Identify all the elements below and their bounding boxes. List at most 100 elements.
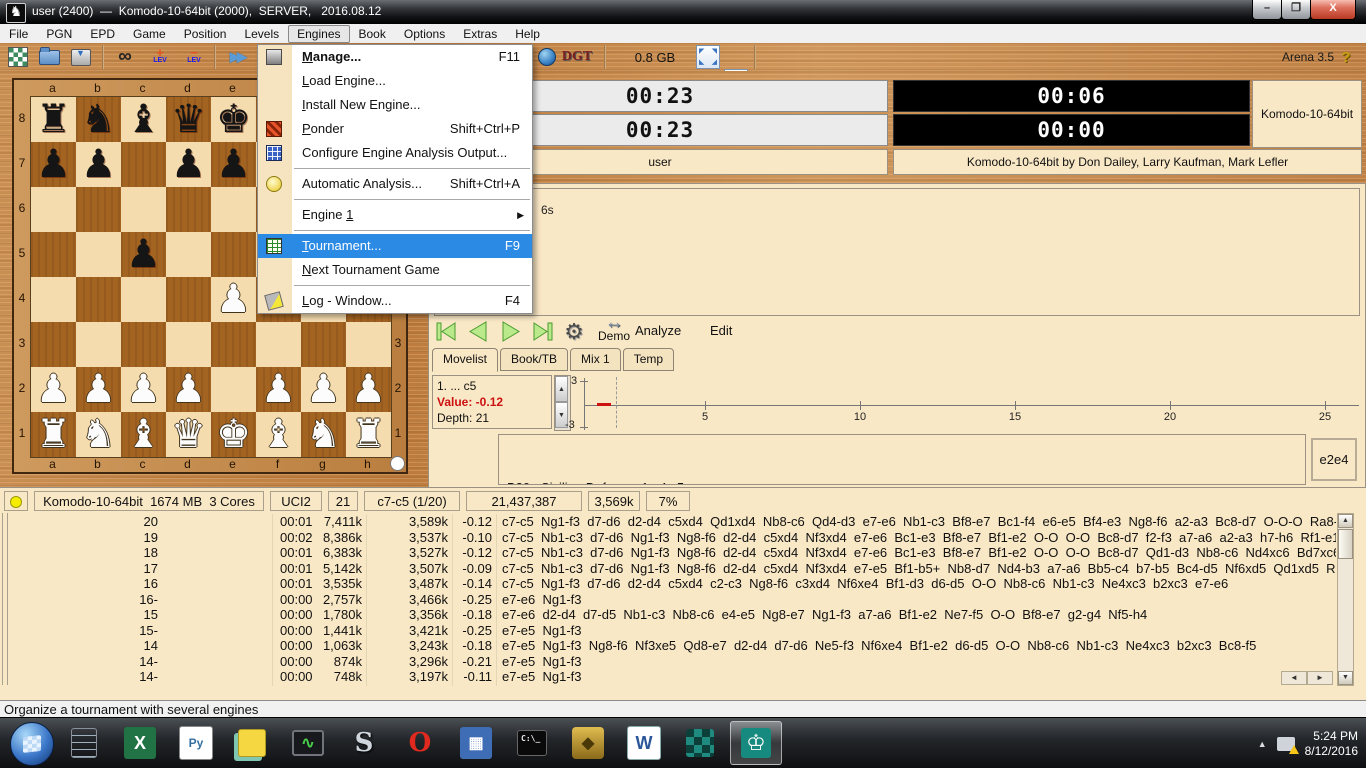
next-move-button[interactable] [497, 318, 524, 345]
help-icon[interactable]: ? [1338, 45, 1354, 69]
scroll-left-button[interactable]: ◄ [1281, 671, 1307, 685]
minimize-button[interactable]: – [1252, 0, 1282, 20]
square-e3[interactable] [211, 322, 256, 367]
white-n-piece[interactable]: ♞ [301, 412, 346, 457]
menubar-item-options[interactable]: Options [395, 25, 454, 43]
opera-taskbar-button[interactable]: O [394, 721, 446, 765]
tab-book-tb[interactable]: Book/TB [500, 348, 568, 371]
square-a3[interactable] [31, 322, 76, 367]
resource-monitor-taskbar-button[interactable]: ∿ [282, 721, 334, 765]
tab-movelist[interactable]: Movelist [432, 348, 498, 372]
black-k-piece[interactable]: ♚ [211, 97, 256, 142]
arena-taskbar-button[interactable]: ♔ [730, 721, 782, 765]
analyze-button[interactable]: Analyze [635, 323, 681, 338]
menu-item-manage[interactable]: Manage...F11 [258, 45, 532, 69]
first-move-button[interactable] [433, 318, 460, 345]
close-button[interactable]: X [1310, 0, 1356, 20]
notepad-taskbar-button[interactable] [58, 721, 110, 765]
analysis-vertical-scrollbar[interactable]: ▲ ▼ [1337, 513, 1354, 686]
menu-item-tournament[interactable]: Tournament...F9 [258, 234, 532, 258]
word-taskbar-button[interactable]: W [618, 721, 670, 765]
scroll-down-button[interactable]: ▼ [1338, 671, 1353, 685]
menubar-item-pgn[interactable]: PGN [37, 25, 81, 43]
globe-icon[interactable] [536, 45, 558, 69]
square-a5[interactable] [31, 232, 76, 277]
start-button[interactable] [10, 722, 54, 766]
black-p-piece[interactable]: ♟ [166, 142, 211, 187]
level-minus-button[interactable]: − LEV [180, 45, 208, 69]
tab-temp[interactable]: Temp [623, 348, 674, 371]
menu-item-automatic-analysis[interactable]: Automatic Analysis...Shift+Ctrl+A [258, 172, 532, 196]
analysis-row[interactable]: 1900:028,386k3,537k-0.10c7-c5 Nb1-c3 d7-… [10, 530, 1336, 546]
menu-item-log-window[interactable]: Log - Window...F4 [258, 289, 532, 313]
restore-button[interactable]: ❐ [1281, 0, 1311, 20]
analysis-row[interactable]: 14-00:00874k3,296k-0.21e7-e5 Ng1-f3 [10, 654, 1336, 670]
square-c7[interactable] [121, 142, 166, 187]
menubar-item-engines[interactable]: Engines [288, 25, 349, 43]
black-p-piece[interactable]: ♟ [31, 142, 76, 187]
black-q-piece[interactable]: ♛ [166, 97, 211, 142]
dgt-board-button[interactable]: DGT [560, 45, 594, 69]
menu-item-ponder[interactable]: PonderShift+Ctrl+P [258, 117, 532, 141]
network-warning-icon[interactable] [1277, 737, 1295, 751]
new-game-button[interactable] [6, 45, 30, 69]
square-c3[interactable] [121, 322, 166, 367]
white-r-piece[interactable]: ♜ [346, 412, 391, 457]
menubar-item-epd[interactable]: EPD [81, 25, 124, 43]
menu-item-next-tournament-game[interactable]: Next Tournament Game [258, 258, 532, 282]
black-b-piece[interactable]: ♝ [121, 97, 166, 142]
white-p-piece[interactable]: ♟ [301, 367, 346, 412]
menubar-item-help[interactable]: Help [506, 25, 549, 43]
analysis-row[interactable]: 14-00:00748k3,197k-0.11e7-e5 Ng1-f3 [10, 669, 1336, 685]
square-e6[interactable] [211, 187, 256, 232]
open-button[interactable] [36, 45, 62, 69]
command-prompt-taskbar-button[interactable]: C:\_ [506, 721, 558, 765]
chevron-up-icon[interactable]: ▲ [1258, 739, 1267, 749]
save-button[interactable] [68, 45, 94, 69]
python-taskbar-button[interactable]: Py [170, 721, 222, 765]
black-p-piece[interactable]: ♟ [121, 232, 166, 277]
previous-move-button[interactable] [465, 318, 492, 345]
square-e5[interactable] [211, 232, 256, 277]
black-p-piece[interactable]: ♟ [76, 142, 121, 187]
menubar-item-extras[interactable]: Extras [454, 25, 506, 43]
square-d6[interactable] [166, 187, 211, 232]
gear-icon[interactable]: ⚙ [561, 318, 587, 345]
scroll-up-button[interactable]: ▲ [1338, 514, 1353, 528]
square-d5[interactable] [166, 232, 211, 277]
white-p-piece[interactable]: ♟ [76, 367, 121, 412]
tab-mix-1[interactable]: Mix 1 [570, 348, 621, 371]
square-d3[interactable] [166, 322, 211, 367]
scroll-up-button[interactable]: ▲ [555, 376, 568, 402]
square-d4[interactable] [166, 277, 211, 322]
square-h3[interactable] [346, 322, 391, 367]
analysis-row[interactable]: 1400:001,063k3,243k-0.18e7-e5 Ng1-f3 Ng8… [10, 638, 1336, 654]
title-bar[interactable]: ♞ user (2400) — Komodo-10-64bit (2000), … [0, 0, 1366, 24]
square-f3[interactable] [256, 322, 301, 367]
analysis-row[interactable]: 1700:015,142k3,507k-0.09c7-c5 Nb1-c3 d7-… [10, 561, 1336, 577]
autoplay-icon[interactable]: ▶▶ [222, 45, 252, 69]
analysis-row[interactable]: 14+00:00673k3,081k-0.04e7-e5 Ng1-f3 Ng8-… [10, 685, 1336, 687]
menu-item-install-new-engine[interactable]: Install New Engine... [258, 93, 532, 117]
black-r-piece[interactable]: ♜ [31, 97, 76, 142]
square-b5[interactable] [76, 232, 121, 277]
menubar-item-levels[interactable]: Levels [235, 25, 288, 43]
black-p-piece[interactable]: ♟ [211, 142, 256, 187]
white-b-piece[interactable]: ♝ [256, 412, 301, 457]
evaluation-graph[interactable]: 3 -3 510152025 [571, 375, 1361, 431]
analysis-row[interactable]: 1800:016,383k3,527k-0.12c7-c5 Nb1-c3 d7-… [10, 545, 1336, 561]
menubar-item-position[interactable]: Position [175, 25, 236, 43]
menu-item-configure-engine-analysis-output[interactable]: Configure Engine Analysis Output... [258, 141, 532, 165]
square-c6[interactable] [121, 187, 166, 232]
scite-taskbar-button[interactable]: S [338, 721, 390, 765]
square-a4[interactable] [31, 277, 76, 322]
sticky-notes-taskbar-button[interactable] [226, 721, 278, 765]
square-b3[interactable] [76, 322, 121, 367]
white-k-piece[interactable]: ♚ [211, 412, 256, 457]
analysis-row[interactable]: 2000:017,411k3,589k-0.12c7-c5 Ng1-f3 d7-… [10, 514, 1336, 530]
delphi-taskbar-button[interactable]: ◆ [562, 721, 614, 765]
analysis-horizontal-scrollbar[interactable]: ◄ ► [1281, 671, 1333, 685]
white-q-piece[interactable]: ♛ [166, 412, 211, 457]
last-move-button[interactable] [529, 318, 556, 345]
square-b4[interactable] [76, 277, 121, 322]
